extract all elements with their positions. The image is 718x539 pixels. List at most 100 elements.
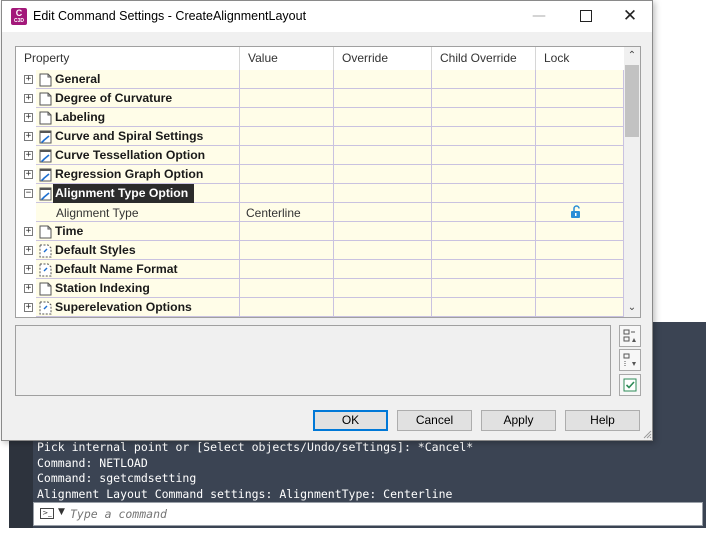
value-cell[interactable]: [240, 279, 334, 298]
override-cell[interactable]: [334, 184, 432, 203]
value-cell[interactable]: [240, 184, 334, 203]
property-row-child[interactable]: Alignment Type Centerline: [16, 203, 624, 222]
property-category-row[interactable]: + General: [16, 70, 624, 89]
child-override-cell[interactable]: [432, 146, 536, 165]
scroll-up-icon[interactable]: ⌃: [624, 50, 640, 62]
collapse-icon[interactable]: −: [24, 189, 33, 198]
lock-cell[interactable]: [536, 127, 624, 146]
override-cell[interactable]: [334, 165, 432, 184]
property-value[interactable]: Centerline: [246, 206, 301, 220]
expand-icon[interactable]: +: [24, 113, 33, 122]
lock-cell[interactable]: [536, 260, 624, 279]
vertical-scrollbar[interactable]: ⌃ ⌄: [624, 47, 640, 317]
command-prompt-icon[interactable]: >_: [40, 508, 54, 519]
scroll-down-icon[interactable]: ⌄: [624, 302, 640, 314]
child-override-cell[interactable]: [432, 165, 536, 184]
child-override-cell[interactable]: [432, 260, 536, 279]
value-cell[interactable]: [240, 260, 334, 279]
scroll-thumb[interactable]: [625, 65, 639, 137]
lock-cell[interactable]: [536, 146, 624, 165]
override-cell[interactable]: [334, 222, 432, 241]
check-button[interactable]: [619, 374, 641, 396]
value-cell[interactable]: [240, 241, 334, 260]
value-cell[interactable]: [240, 89, 334, 108]
header-child-override[interactable]: Child Override: [432, 47, 536, 70]
property-category-row[interactable]: + Time: [16, 222, 624, 241]
property-category-row[interactable]: + Station Indexing: [16, 279, 624, 298]
child-override-cell[interactable]: [432, 70, 536, 89]
maximize-button[interactable]: [562, 1, 608, 32]
override-cell[interactable]: [334, 89, 432, 108]
chevron-down-icon[interactable]: ▼: [58, 507, 65, 517]
value-cell[interactable]: [240, 165, 334, 184]
expand-icon[interactable]: +: [24, 303, 33, 312]
property-category-row[interactable]: + Curve and Spiral Settings: [16, 127, 624, 146]
override-cell[interactable]: [334, 279, 432, 298]
expand-icon[interactable]: +: [24, 132, 33, 141]
header-property[interactable]: Property: [16, 47, 240, 70]
header-override[interactable]: Override: [334, 47, 432, 70]
expand-icon[interactable]: +: [24, 227, 33, 236]
cancel-button[interactable]: Cancel: [397, 410, 472, 431]
child-override-cell[interactable]: [432, 108, 536, 127]
value-cell[interactable]: [240, 298, 334, 317]
override-cell[interactable]: [334, 203, 432, 222]
lock-cell[interactable]: [536, 241, 624, 260]
resize-grip-icon[interactable]: [642, 429, 652, 439]
value-cell[interactable]: [240, 127, 334, 146]
override-cell[interactable]: [334, 260, 432, 279]
command-input-bar[interactable]: >_ ▼: [33, 502, 703, 526]
lock-cell[interactable]: [536, 222, 624, 241]
unlock-icon[interactable]: [569, 204, 584, 219]
child-override-cell[interactable]: [432, 127, 536, 146]
value-cell[interactable]: [240, 222, 334, 241]
property-grid[interactable]: Property Value Override Child Override L…: [15, 46, 641, 318]
ok-button[interactable]: OK: [313, 410, 388, 431]
expand-icon[interactable]: +: [24, 246, 33, 255]
sort-categorized-button[interactable]: [619, 325, 641, 347]
title-bar[interactable]: C C3D Edit Command Settings - CreateAlign…: [2, 1, 652, 32]
property-category-row[interactable]: + Curve Tessellation Option: [16, 146, 624, 165]
header-value[interactable]: Value: [240, 47, 334, 70]
property-category-row[interactable]: + Regression Graph Option: [16, 165, 624, 184]
lock-cell[interactable]: [536, 184, 624, 203]
command-input[interactable]: [70, 506, 670, 522]
sort-alphabetical-button[interactable]: [619, 349, 641, 371]
child-override-cell[interactable]: [432, 241, 536, 260]
expand-icon[interactable]: +: [24, 284, 33, 293]
override-cell[interactable]: [334, 70, 432, 89]
override-cell[interactable]: [334, 298, 432, 317]
child-override-cell[interactable]: [432, 203, 536, 222]
property-category-row[interactable]: − Alignment Type Option: [16, 184, 624, 203]
value-cell[interactable]: [240, 108, 334, 127]
child-override-cell[interactable]: [432, 279, 536, 298]
help-button[interactable]: Help: [565, 410, 640, 431]
value-cell[interactable]: [240, 70, 334, 89]
child-override-cell[interactable]: [432, 89, 536, 108]
override-cell[interactable]: [334, 127, 432, 146]
expand-icon[interactable]: +: [24, 151, 33, 160]
override-cell[interactable]: [334, 108, 432, 127]
minimize-button[interactable]: —: [516, 1, 562, 32]
value-cell[interactable]: [240, 146, 334, 165]
property-category-row[interactable]: + Superelevation Options: [16, 298, 624, 317]
lock-cell[interactable]: [536, 279, 624, 298]
lock-cell[interactable]: [536, 89, 624, 108]
apply-button[interactable]: Apply: [481, 410, 556, 431]
lock-cell[interactable]: [536, 70, 624, 89]
expand-icon[interactable]: +: [24, 170, 33, 179]
override-cell[interactable]: [334, 146, 432, 165]
child-override-cell[interactable]: [432, 222, 536, 241]
lock-cell[interactable]: [536, 298, 624, 317]
property-category-row[interactable]: + Labeling: [16, 108, 624, 127]
override-cell[interactable]: [334, 241, 432, 260]
header-lock[interactable]: Lock: [536, 47, 624, 70]
expand-icon[interactable]: +: [24, 265, 33, 274]
close-button[interactable]: ✕: [607, 1, 653, 32]
lock-cell[interactable]: [536, 108, 624, 127]
expand-icon[interactable]: +: [24, 94, 33, 103]
property-category-row[interactable]: + Degree of Curvature: [16, 89, 624, 108]
expand-icon[interactable]: +: [24, 75, 33, 84]
child-override-cell[interactable]: [432, 298, 536, 317]
property-category-row[interactable]: + Default Styles: [16, 241, 624, 260]
